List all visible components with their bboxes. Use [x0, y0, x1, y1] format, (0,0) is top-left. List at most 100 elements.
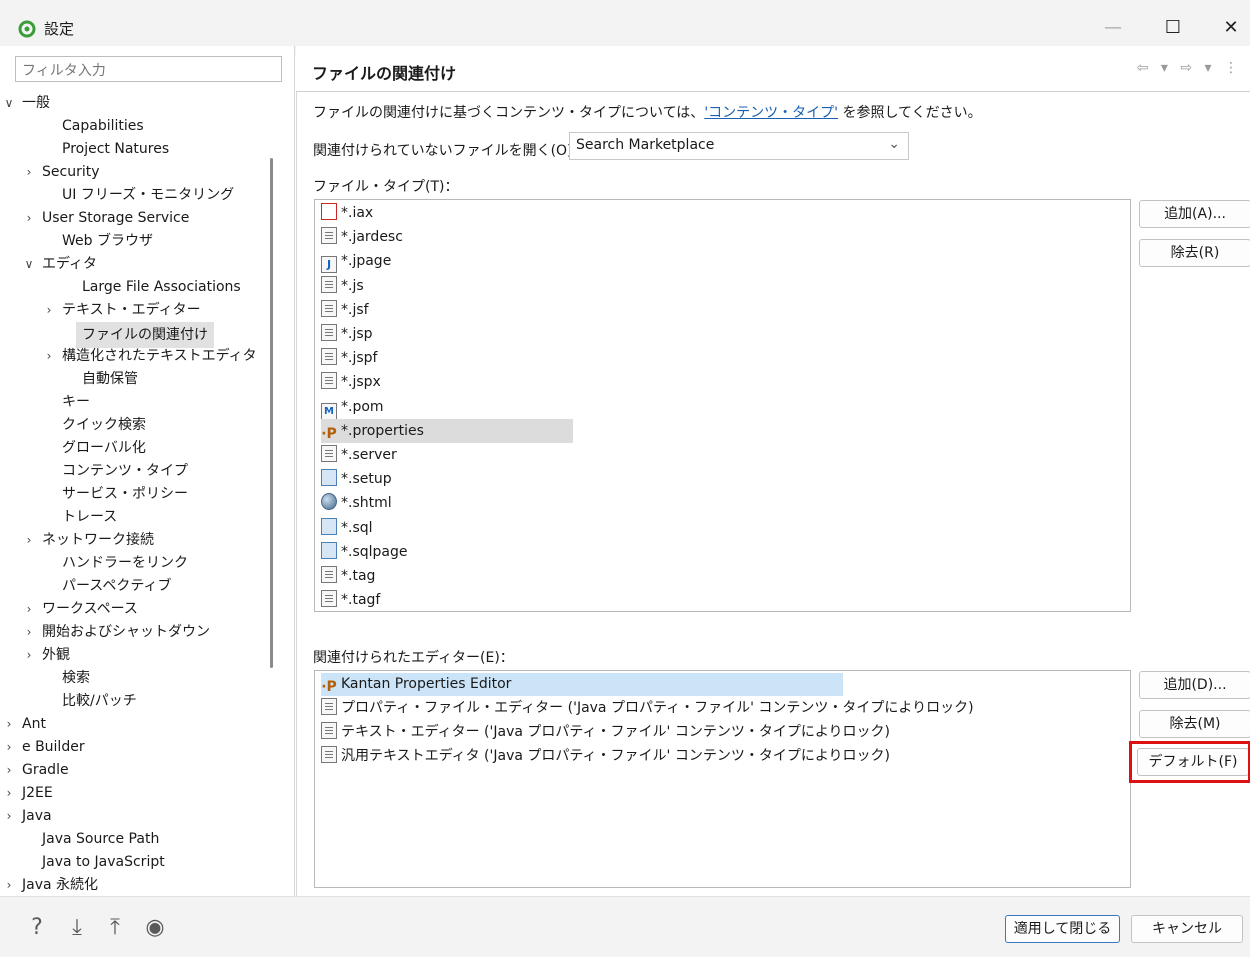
expand-right-icon[interactable]: ›	[2, 736, 16, 758]
file-type-row[interactable]: M *.pom	[321, 395, 384, 420]
tree-item-label: J2EE	[22, 785, 53, 801]
preference-page: ファイルの関連付け ⇦ ▾ ⇨ ▾ ⋮ ファイルの関連付けに基づくコンテンツ・タ…	[296, 46, 1250, 896]
preferences-tree-pane: フィルタ入力 ∨ 一般 Capabilities Project Natures › Se…	[0, 46, 295, 896]
open-unassociated-label: 関連付けられていないファイルを開く(O)：	[313, 143, 587, 159]
bottom-bar: ? ⤓ ⤒ ◉ 適用して閉じる キャンセル	[0, 896, 1250, 957]
tree-item-label: サービス・ポリシー	[62, 486, 188, 502]
help-icon[interactable]: ?	[24, 915, 50, 941]
server-icon	[321, 445, 337, 462]
expand-down-icon[interactable]: ∨	[2, 92, 16, 114]
doc-icon	[321, 372, 337, 390]
expand-right-icon[interactable]: ›	[42, 299, 56, 321]
expand-right-icon[interactable]: ›	[22, 207, 36, 229]
file-type-row[interactable]: *.js	[321, 274, 364, 298]
tree-item-label: Large File Associations	[82, 279, 241, 295]
tree-scrollbar[interactable]	[270, 158, 273, 668]
remove-file-type-button[interactable]: 除去(R)	[1139, 239, 1250, 267]
file-type-row[interactable]: *.jsf	[321, 298, 369, 322]
file-type-row[interactable]: *.setup	[321, 467, 392, 491]
file-type-name: *.jspf	[341, 350, 378, 367]
editor-row[interactable]: プロパティ・ファイル・エディター ('Java プロパティ・ファイル' コンテン…	[321, 697, 974, 720]
file-types-list[interactable]: *.iax *.jardesc J *.jpage *.js *.jsf *.jsp *.js…	[314, 199, 1131, 612]
file-type-name: *.tag	[341, 568, 376, 584]
import-icon[interactable]: ⤓	[64, 915, 90, 941]
add-file-type-button[interactable]: 追加(A)...	[1139, 200, 1250, 228]
expand-right-icon[interactable]: ›	[2, 874, 16, 896]
open-unassociated-select[interactable]: Search Marketplace ⌄	[569, 132, 909, 160]
editor-row[interactable]: ·P Kantan Properties Editor	[321, 673, 843, 696]
expand-down-icon[interactable]: ∨	[22, 253, 36, 275]
doc-icon	[321, 590, 337, 608]
file-type-name: *.sql	[341, 519, 373, 536]
file-type-row[interactable]: *.jspx	[321, 370, 381, 394]
expand-right-icon[interactable]: ›	[2, 759, 16, 781]
file-type-row[interactable]: *.shtml	[321, 491, 392, 515]
cancel-button[interactable]: キャンセル	[1131, 915, 1243, 943]
expand-right-icon[interactable]: ›	[22, 644, 36, 666]
file-type-name: *.jsf	[341, 301, 369, 318]
description-suffix: を参照してください。	[838, 105, 982, 121]
setup-icon	[321, 469, 337, 487]
file-type-row[interactable]: *.jspf	[321, 346, 377, 370]
minimize-button[interactable]: —	[1098, 14, 1128, 42]
editors-label: 関連付けられたエディター(E)：	[313, 650, 514, 666]
sql-icon	[321, 517, 337, 535]
filter-input[interactable]: フィルタ入力	[15, 56, 282, 82]
expand-right-icon[interactable]: ›	[22, 529, 36, 551]
expand-right-icon[interactable]: ›	[2, 713, 16, 735]
expand-right-icon[interactable]: ›	[22, 621, 36, 643]
doc-icon	[321, 299, 337, 317]
properties-icon: ·P	[321, 679, 337, 695]
open-unassociated-value: Search Marketplace	[576, 137, 715, 153]
navigation-arrows-icon[interactable]: ⇦ ▾ ⇨ ▾ ⋮	[1137, 60, 1242, 76]
file-type-name: *.jardesc	[341, 229, 403, 246]
expand-right-icon[interactable]: ›	[2, 782, 16, 804]
content-types-link[interactable]: 'コンテンツ・タイプ'	[704, 105, 838, 121]
window-title: 設定	[44, 20, 75, 38]
tree-item-label: ワークスペース	[42, 601, 138, 617]
maximize-button[interactable]: ☐	[1158, 14, 1188, 42]
java-page-icon: J	[321, 256, 337, 274]
editor-row[interactable]: テキスト・エディター ('Java プロパティ・ファイル' コンテンツ・タイプに…	[321, 721, 890, 744]
file-type-name: *.properties	[341, 422, 424, 439]
tree-item-label: e Builder	[22, 739, 85, 755]
file-type-row[interactable]: *.jsp	[321, 322, 373, 346]
file-type-row[interactable]: *.jardesc	[321, 225, 403, 249]
add-editor-button[interactable]: 追加(D)...	[1139, 671, 1250, 699]
tree-item-label: UI フリーズ・モニタリング	[62, 187, 235, 203]
tree-item-label: 一般	[22, 95, 50, 111]
remove-editor-button[interactable]: 除去(M)	[1139, 710, 1250, 738]
file-type-row[interactable]: *.server	[321, 443, 397, 467]
file-types-label: ファイル・タイプ(T)：	[313, 179, 459, 195]
file-type-row[interactable]: *.tag	[321, 564, 375, 588]
expand-right-icon[interactable]: ›	[2, 805, 16, 827]
doc-icon	[321, 698, 337, 715]
expand-right-icon[interactable]: ›	[42, 345, 56, 367]
file-type-row[interactable]: ·P *.properties	[321, 418, 573, 443]
tree-item-label: キー	[62, 394, 90, 410]
tree-item-label: 自動保管	[82, 371, 138, 387]
record-icon[interactable]: ◉	[142, 915, 168, 941]
export-icon[interactable]: ⤒	[102, 915, 128, 941]
expand-right-icon[interactable]: ›	[22, 161, 36, 183]
file-type-row[interactable]: J *.jpage	[321, 249, 391, 274]
file-type-row[interactable]: *.sqlpage	[321, 540, 408, 564]
editor-name: プロパティ・ファイル・エディター ('Java プロパティ・ファイル' コンテン…	[341, 700, 974, 716]
apply-and-close-button[interactable]: 適用して閉じる	[1005, 915, 1120, 943]
expand-right-icon[interactable]: ›	[22, 598, 36, 620]
editor-row[interactable]: 汎用テキストエディタ ('Java プロパティ・ファイル' コンテンツ・タイプに…	[321, 745, 890, 768]
doc-icon	[321, 275, 337, 293]
tree-item-label: 比較/パッチ	[62, 693, 137, 709]
editor-name: 汎用テキストエディタ ('Java プロパティ・ファイル' コンテンツ・タイプに…	[341, 748, 891, 764]
file-type-row[interactable]: *.tagf	[321, 588, 380, 611]
file-type-row[interactable]: *.iax	[321, 201, 373, 225]
file-type-name: *.shtml	[341, 495, 392, 512]
tree-item-label: User Storage Service	[42, 210, 190, 226]
file-type-row[interactable]: *.sql	[321, 516, 373, 540]
sql-icon	[321, 541, 337, 559]
associated-editors-list[interactable]: ·P Kantan Properties Editor プロパティ・ファイル・エディ…	[314, 670, 1131, 888]
tree-item-label: Project Natures	[62, 141, 170, 157]
close-button[interactable]: ✕	[1216, 14, 1246, 42]
doc-icon	[321, 722, 337, 739]
editor-name: テキスト・エディター ('Java プロパティ・ファイル' コンテンツ・タイプに…	[341, 724, 891, 740]
